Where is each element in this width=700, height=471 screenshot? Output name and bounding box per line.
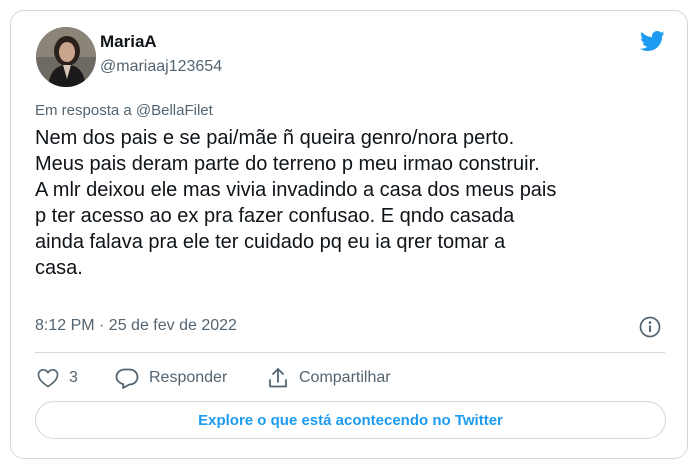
author-handle[interactable]: @mariaaj123654 bbox=[100, 58, 222, 76]
heart-icon bbox=[37, 369, 59, 388]
twitter-bird-icon[interactable] bbox=[637, 28, 667, 54]
reply-button[interactable]: Responder bbox=[115, 366, 227, 390]
reply-label: Responder bbox=[149, 369, 228, 386]
reply-bubble-icon bbox=[115, 368, 139, 389]
tweet-text: Nem dos pais e se pai/mãe ñ queira genro… bbox=[35, 127, 557, 279]
reply-context: Em resposta a @BellaFilet bbox=[35, 102, 213, 119]
share-label: Compartilhar bbox=[299, 369, 391, 386]
info-icon[interactable] bbox=[639, 316, 661, 338]
share-button[interactable]: Compartilhar bbox=[267, 366, 391, 390]
like-count: 3 bbox=[69, 369, 78, 386]
avatar[interactable] bbox=[36, 27, 96, 87]
reply-mention-link[interactable]: @BellaFilet bbox=[136, 102, 213, 119]
divider bbox=[35, 352, 665, 353]
tweet-card: MariaA @mariaaj123654 Em resposta a @Bel… bbox=[10, 10, 688, 459]
like-button[interactable]: 3 bbox=[37, 366, 78, 390]
reply-prefix: Em resposta a bbox=[35, 102, 132, 119]
author-name[interactable]: MariaA bbox=[100, 32, 157, 52]
explore-label: Explore o que está acontecendo no Twitte… bbox=[198, 411, 503, 429]
share-icon bbox=[269, 368, 287, 388]
tweet-timestamp[interactable]: 8:12 PM · 25 de fev de 2022 bbox=[35, 317, 237, 335]
explore-twitter-button[interactable]: Explore o que está acontecendo no Twitte… bbox=[35, 401, 666, 439]
